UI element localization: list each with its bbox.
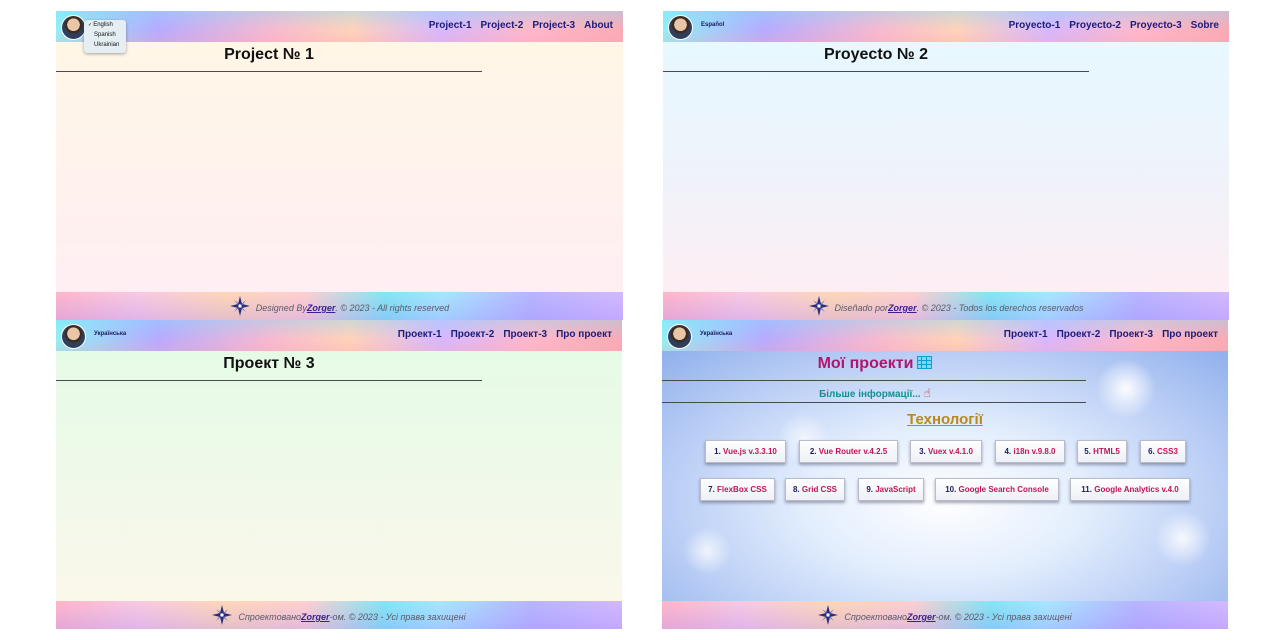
compass-star-icon <box>809 296 829 316</box>
header-bar: Українська Проект-1 Проект-2 Проект-3 Пр… <box>662 320 1228 351</box>
footer-text: Спроектовано Zorger -ом. © 2023 - Усі пр… <box>56 609 622 625</box>
my-projects-label: Мої проекти <box>817 355 914 372</box>
page-title: Проект № 3 <box>223 355 315 372</box>
nav-menu: Проект-1 Проект-2 Проект-3 Про проект <box>398 329 612 340</box>
footer-text: Diseñado por Zorger . © 2023 - Todos los… <box>663 300 1229 316</box>
panel-project-2: Español Proyecto-1 Proyecto-2 Proyecto-3… <box>663 11 1229 320</box>
footer-suffix: . © 2023 - Todos los derechos reservados <box>916 303 1084 313</box>
language-selector[interactable]: Українська <box>700 331 732 337</box>
nav-menu: Proyecto-1 Proyecto-2 Proyecto-3 Sobre <box>1009 20 1219 31</box>
tech-button-analytics[interactable]: 11. Google Analytics v.4.0 <box>1070 478 1190 501</box>
nav-link-1[interactable]: Проект-1 <box>1004 329 1048 340</box>
nav-link-about[interactable]: Sobre <box>1191 20 1219 31</box>
main-content: Project № 1 <box>56 42 623 292</box>
footer-prefix: Спроектовано <box>844 612 908 622</box>
nav-menu: Project-1 Project-2 Project-3 About <box>429 20 613 31</box>
footer-author-link[interactable]: Zorger <box>301 612 330 622</box>
divider <box>662 402 1086 403</box>
my-projects-heading: Мої проекти <box>662 355 1088 373</box>
nav-menu: Проект-1 Проект-2 Проект-3 Про проект <box>1004 329 1218 340</box>
nav-link-2[interactable]: Proyecto-2 <box>1069 20 1121 31</box>
main-content: Проект № 3 <box>56 351 622 601</box>
avatar <box>668 15 693 40</box>
tech-button-i18n[interactable]: 4. i18n v.9.8.0 <box>995 440 1065 463</box>
language-option-english[interactable]: English <box>84 20 126 30</box>
avatar <box>667 324 692 349</box>
compass-star-icon <box>230 296 250 316</box>
language-dropdown[interactable]: English Spanish Ukrainian <box>84 20 126 53</box>
divider <box>662 380 1086 381</box>
footer-bar: Designed By Zorger . © 2023 - All rights… <box>56 292 623 320</box>
footer-prefix: Designed By <box>255 303 307 313</box>
nav-link-3[interactable]: Proyecto-3 <box>1130 20 1182 31</box>
nav-link-1[interactable]: Project-1 <box>429 20 472 31</box>
nav-link-1[interactable]: Проект-1 <box>398 329 442 340</box>
footer-author-link[interactable]: Zorger <box>307 303 336 313</box>
tech-button-vuex[interactable]: 3. Vuex v.4.1.0 <box>910 440 982 463</box>
panel-about: Українська Проект-1 Проект-2 Проект-3 Пр… <box>662 320 1228 629</box>
tech-button-css3[interactable]: 6. CSS3 <box>1140 440 1186 463</box>
language-option-spanish[interactable]: Spanish <box>84 30 126 40</box>
language-selector[interactable]: Українська <box>94 331 126 337</box>
footer-text: Designed By Zorger . © 2023 - All rights… <box>56 300 623 316</box>
table-icon <box>917 356 933 369</box>
header-bar: Project-1 Project-2 Project-3 About <box>56 11 623 42</box>
nav-link-3[interactable]: Проект-3 <box>1109 329 1153 340</box>
panel-project-1: Project-1 Project-2 Project-3 About Proj… <box>56 11 623 320</box>
technologies-heading[interactable]: Технології <box>662 411 1228 428</box>
divider <box>663 71 1089 72</box>
footer-bar: Diseñado por Zorger . © 2023 - Todos los… <box>663 292 1229 320</box>
pointing-hand-icon: ☝ <box>923 386 931 400</box>
nav-link-2[interactable]: Проект-2 <box>451 329 495 340</box>
nav-link-about[interactable]: About <box>584 20 613 31</box>
footer-author-link[interactable]: Zorger <box>907 612 936 622</box>
tech-button-javascript[interactable]: 9. JavaScript <box>858 478 924 501</box>
avatar <box>61 324 86 349</box>
panel-project-3: Українська Проект-1 Проект-2 Проект-3 Пр… <box>56 320 622 629</box>
nav-link-about[interactable]: Про проект <box>556 329 612 340</box>
more-info-label[interactable]: Більше інформації... <box>819 389 921 400</box>
divider <box>56 380 482 381</box>
main-content: Мої проекти Більше інформації... ☝ Технол… <box>662 351 1228 601</box>
nav-link-1[interactable]: Proyecto-1 <box>1009 20 1061 31</box>
header-bar: Українська Проект-1 Проект-2 Проект-3 Пр… <box>56 320 622 351</box>
nav-link-about[interactable]: Про проект <box>1162 329 1218 340</box>
footer-prefix: Diseñado por <box>834 303 889 313</box>
tech-button-vuejs[interactable]: 1. Vue.js v.3.3.10 <box>705 440 786 463</box>
language-selector[interactable]: Español <box>701 22 724 28</box>
tech-button-grid[interactable]: 8. Grid CSS <box>785 478 845 501</box>
compass-star-icon <box>212 605 232 625</box>
footer-suffix: . © 2023 - All rights reserved <box>335 303 450 313</box>
footer-bar: Спроектовано Zorger -ом. © 2023 - Усі пр… <box>662 601 1228 629</box>
footer-prefix: Спроектовано <box>238 612 302 622</box>
footer-bar: Спроектовано Zorger -ом. © 2023 - Усі пр… <box>56 601 622 629</box>
nav-link-3[interactable]: Project-3 <box>532 20 575 31</box>
main-content: Proyecto № 2 <box>663 42 1229 292</box>
page-title: Proyecto № 2 <box>823 46 929 63</box>
footer-author-link[interactable]: Zorger <box>888 303 917 313</box>
header-bar: Español Proyecto-1 Proyecto-2 Proyecto-3… <box>663 11 1229 42</box>
nav-link-2[interactable]: Project-2 <box>481 20 524 31</box>
footer-text: Спроектовано Zorger -ом. © 2023 - Усі пр… <box>662 609 1228 625</box>
tech-button-html5[interactable]: 5. HTML5 <box>1077 440 1127 463</box>
language-option-ukrainian[interactable]: Ukrainian <box>84 40 126 50</box>
footer-suffix: -ом. © 2023 - Усі права захищені <box>935 612 1072 622</box>
nav-link-3[interactable]: Проект-3 <box>503 329 547 340</box>
more-info-link[interactable]: Більше інформації... ☝ <box>662 386 1088 400</box>
compass-star-icon <box>818 605 838 625</box>
footer-suffix: -ом. © 2023 - Усі права захищені <box>329 612 466 622</box>
tech-button-flexbox[interactable]: 7. FlexBox CSS <box>700 478 775 501</box>
avatar <box>61 15 86 40</box>
divider <box>56 71 482 72</box>
tech-button-vue-router[interactable]: 2. Vue Router v.4.2.5 <box>799 440 898 463</box>
nav-link-2[interactable]: Проект-2 <box>1057 329 1101 340</box>
tech-button-search-console[interactable]: 10. Google Search Console <box>935 478 1059 501</box>
